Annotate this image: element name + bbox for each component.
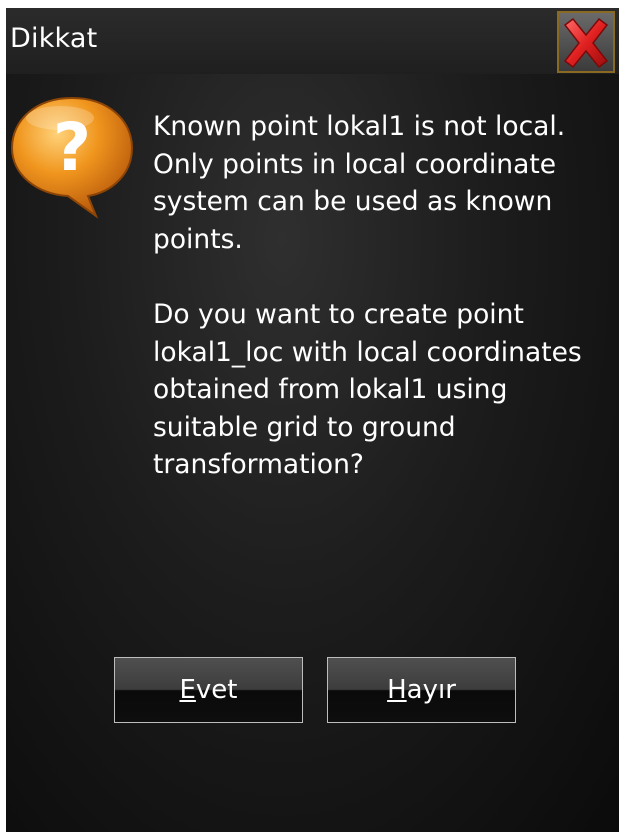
message-paragraph-2: Do you want to create point lokal1_loc w… bbox=[153, 298, 582, 481]
dialog-title: Dikkat bbox=[10, 23, 98, 54]
message-paragraph-1: Known point lokal1 is not local. Only po… bbox=[153, 111, 566, 255]
svg-text:?: ? bbox=[53, 109, 91, 186]
close-button[interactable] bbox=[557, 11, 615, 73]
question-bubble-icon: ? bbox=[10, 96, 134, 219]
dialog-window: Dikkat ? Known point lokal1 is not local… bbox=[6, 8, 619, 832]
close-icon bbox=[563, 17, 609, 69]
yes-button-mnemonic: E bbox=[179, 675, 196, 705]
yes-button[interactable]: Evet bbox=[114, 657, 303, 723]
title-bar: Dikkat bbox=[6, 8, 619, 74]
no-button-label: ayır bbox=[406, 675, 456, 705]
no-button[interactable]: Hayır bbox=[327, 657, 516, 723]
message-text: Known point lokal1 is not local. Only po… bbox=[153, 108, 613, 484]
no-button-mnemonic: H bbox=[387, 675, 407, 705]
yes-button-label: vet bbox=[195, 675, 238, 705]
